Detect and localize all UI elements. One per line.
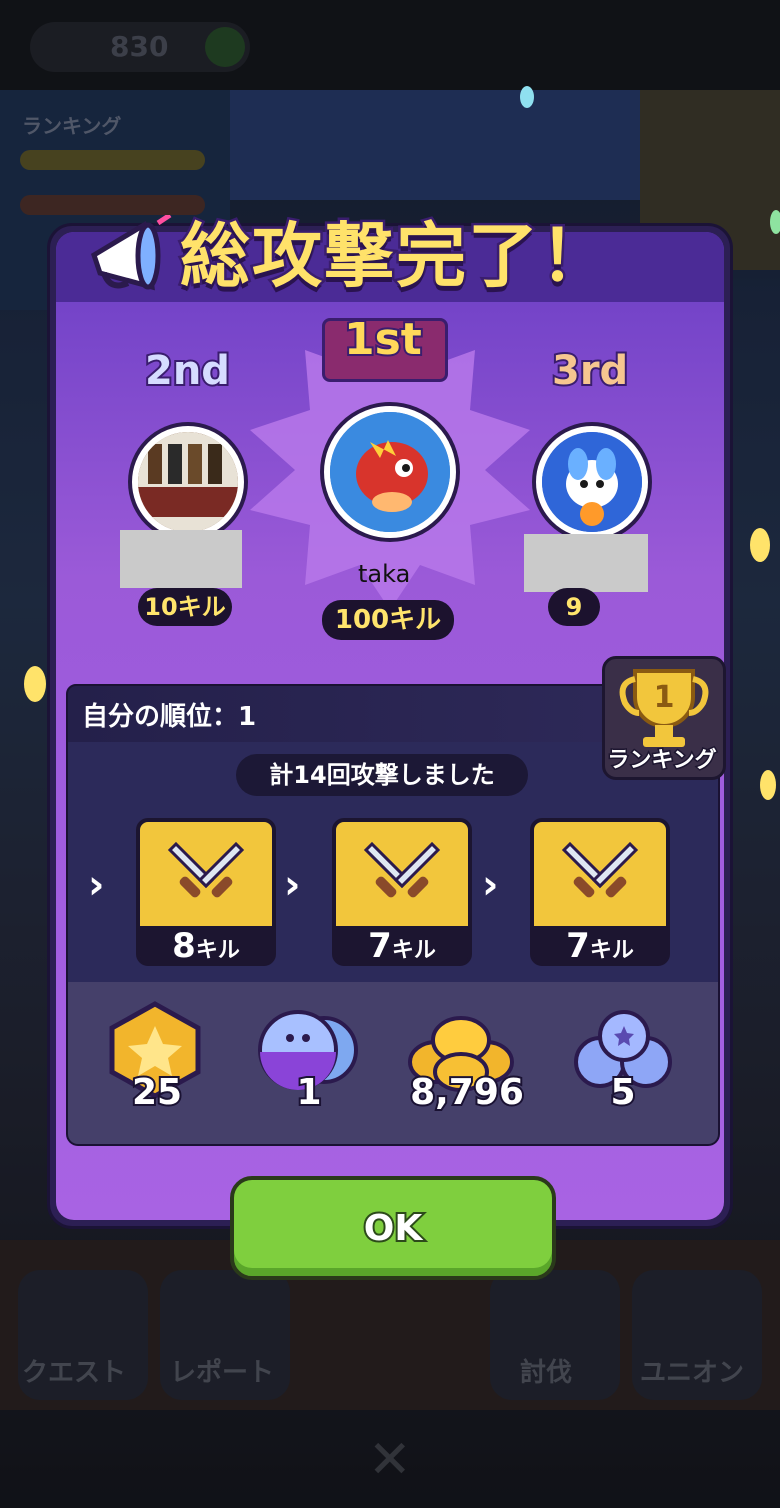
first-place-kills: 100キル [322, 600, 454, 640]
reward-amount: 25 [130, 1070, 184, 1115]
redacted-name [120, 530, 242, 588]
second-place-label: 2nd [143, 346, 232, 396]
kill-card: 7キル [332, 818, 472, 966]
dialog-title: 総攻撃完了！ [178, 213, 613, 300]
kill-card: 7キル [530, 818, 670, 966]
reward-amount: 5 [608, 1070, 637, 1115]
first-place-label: 1st [342, 312, 424, 367]
kill-card-label: 8キル [140, 926, 272, 966]
crossed-swords-icon [167, 841, 245, 898]
trophy-rank-number: 1 [654, 680, 675, 715]
second-place-avatar [132, 426, 244, 538]
confetti [770, 210, 780, 234]
confetti [520, 86, 534, 108]
confetti [760, 770, 776, 800]
ranking-button-label[interactable]: ランキング [598, 742, 726, 775]
self-rank-text: 自分の順位：1 [82, 702, 257, 732]
crossed-swords-icon [561, 841, 639, 898]
reward-amount: 1 [294, 1070, 323, 1115]
redacted-name [524, 534, 648, 592]
megaphone-icon [90, 215, 172, 291]
attack-count-text: 計14回攻撃しました [236, 754, 528, 796]
kill-card-label: 7キル [534, 926, 666, 966]
kill-card: 8キル [136, 818, 276, 966]
third-place-avatar [536, 426, 648, 538]
third-place-label: 3rd [550, 346, 630, 396]
chevron-right-icon: › [482, 862, 499, 908]
confetti [24, 666, 46, 702]
chevron-right-icon: › [284, 862, 301, 908]
first-place-name: taka [358, 560, 411, 588]
reward-amount: 8,796 [408, 1070, 526, 1115]
confetti [750, 528, 770, 562]
kill-card-label: 7キル [336, 926, 468, 966]
first-place-avatar [324, 406, 456, 538]
crossed-swords-icon [363, 841, 441, 898]
ok-button[interactable]: OK [230, 1176, 556, 1280]
third-place-kills: 9 [548, 588, 600, 626]
second-place-kills: 10キル [138, 588, 232, 626]
chevron-right-icon: › [88, 862, 105, 908]
ok-button-label: OK [362, 1206, 424, 1251]
